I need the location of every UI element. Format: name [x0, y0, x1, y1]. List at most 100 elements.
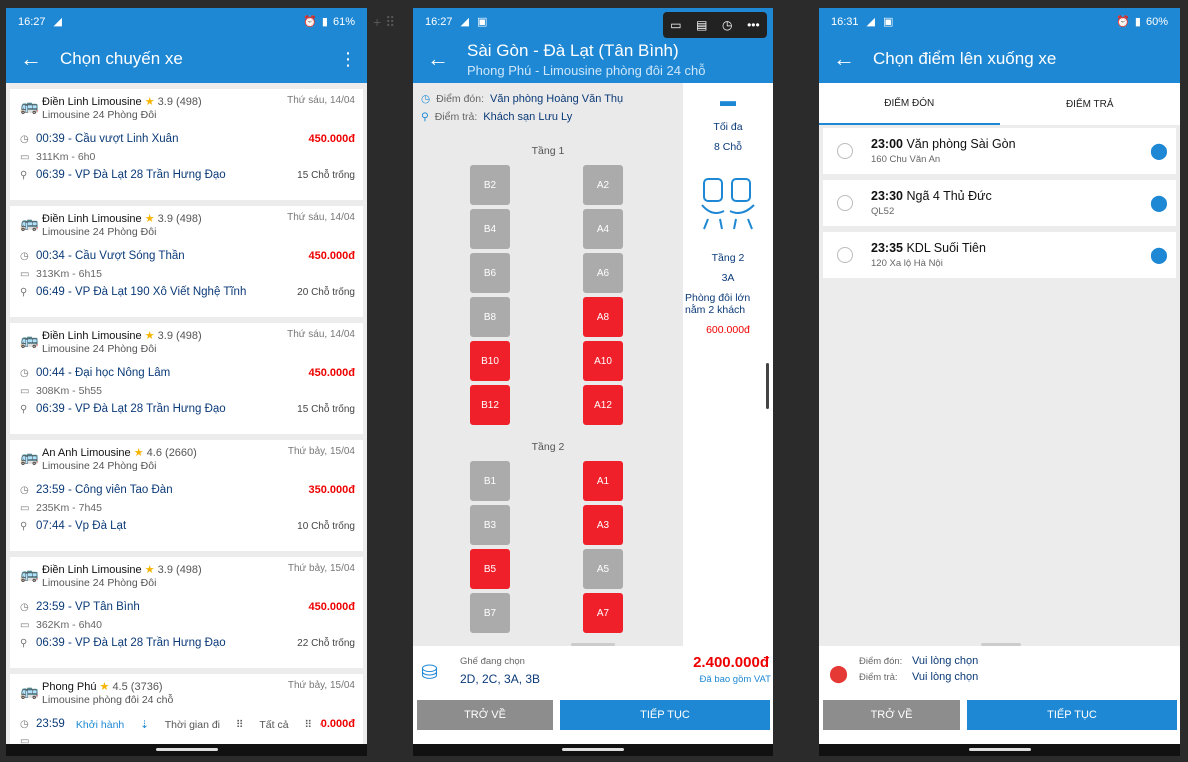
- stop-address: 120 Xa lộ Hà Nội: [871, 258, 943, 269]
- stop-radio[interactable]: [837, 247, 853, 263]
- stop-item[interactable]: 23:30 Ngã 4 Thủ Đức QL52 ⬤: [823, 180, 1176, 226]
- vehicle-type: Limousine 24 Phòng Đôi: [42, 577, 157, 589]
- trip-list-screen: 16:27 ◢ ⏰ ▮ 61% ← Chọn chuyến xe ⋮ 🚌 Điền L…: [6, 8, 367, 756]
- vehicle-type: Limousine 24 Phòng Đôi: [42, 460, 157, 472]
- trip-card[interactable]: 🚌 Điền Linh Limousine ★ 3.9 (498) Limous…: [10, 557, 363, 668]
- operator-name: Phong Phú: [42, 681, 97, 693]
- rating: 4.6: [146, 447, 162, 459]
- operator-name: An Anh Limousine: [42, 447, 131, 459]
- seat-info-panel: ▬ Tối đa 8 Chỗ Tầng 2 3A Phòng đôi lớn n…: [683, 83, 773, 646]
- nav-bar: [413, 744, 773, 756]
- bus-icon: 🚌: [20, 566, 39, 583]
- price: 450.000đ: [308, 601, 355, 613]
- seat-a10[interactable]: A10: [583, 341, 623, 381]
- map-pin-icon[interactable]: ⬤: [1150, 193, 1176, 213]
- pickup-value: Vui lòng chọn: [912, 655, 979, 667]
- image-icon: ▣: [883, 16, 894, 28]
- stop-item[interactable]: 23:35 KDL Suối Tiên 120 Xa lộ Hà Nội ⬤: [823, 232, 1176, 278]
- price: 450.000đ: [308, 133, 355, 145]
- filter-all[interactable]: Tất cả: [259, 719, 288, 731]
- trip-card[interactable]: 🚌 An Anh Limousine ★ 4.6 (2660) Limousin…: [10, 440, 363, 551]
- map-pin-icon[interactable]: ⬤: [1150, 141, 1176, 161]
- seat-a2[interactable]: A2: [583, 165, 623, 205]
- seat-a12[interactable]: A12: [583, 385, 623, 425]
- timer-icon[interactable]: ◷: [722, 18, 732, 32]
- trip-card[interactable]: 🚌 Điền Linh Limousine ★ 3.9 (498) Limous…: [10, 323, 363, 434]
- back-arrow-icon[interactable]: ←: [20, 46, 60, 72]
- scrollbar[interactable]: [766, 363, 769, 409]
- drag-handle[interactable]: [981, 643, 1021, 646]
- stop-time: 23:30: [871, 189, 903, 203]
- rating: 3.9: [157, 330, 173, 342]
- tab-dropoff[interactable]: ĐIỂM TRẢ: [1000, 83, 1181, 125]
- bus-icon: 🚌: [20, 449, 39, 466]
- map-pin-icon[interactable]: ⬤: [1150, 245, 1176, 265]
- status-bar: 16:27 ◢ ⏰ ▮ 61%: [6, 8, 367, 35]
- seat-a1[interactable]: A1: [583, 461, 623, 501]
- tab-pickup[interactable]: ĐIỂM ĐÓN: [819, 83, 1000, 125]
- pin-icon: ⚲: [20, 403, 28, 415]
- sofa-icon: ▬: [720, 93, 736, 110]
- distance: 308Km - 5h55: [36, 385, 102, 397]
- route-title: Sài Gòn - Đà Lạt (Tân Bình): [467, 40, 679, 60]
- seat-a4[interactable]: A4: [583, 209, 623, 249]
- back-arrow-icon[interactable]: ←: [427, 46, 467, 72]
- seat-b8[interactable]: B8: [470, 297, 510, 337]
- clock: 16:31: [831, 15, 859, 28]
- seat-b10[interactable]: B10: [470, 341, 510, 381]
- continue-button[interactable]: TIẾP TỤC: [560, 700, 770, 730]
- seat-b12[interactable]: B12: [470, 385, 510, 425]
- arrival: 06:39 - VP Đà Lạt 28 Trần Hưng Đạo: [36, 637, 226, 649]
- seat-b6[interactable]: B6: [470, 253, 510, 293]
- seat-a8[interactable]: A8: [583, 297, 623, 337]
- trip-card[interactable]: 🚌 Điền Linh Limousine ★ 3.9 (498) Limous…: [10, 206, 363, 317]
- chat-icon[interactable]: ▭: [670, 18, 681, 32]
- back-arrow-icon[interactable]: ←: [833, 46, 873, 72]
- drop-label: Điểm trả:: [434, 111, 478, 123]
- pin-icon: ⚲: [20, 286, 28, 298]
- stop-radio[interactable]: [837, 195, 853, 211]
- info-price: 600.000đ: [706, 324, 750, 336]
- filter-departure[interactable]: Khởi hành: [76, 719, 124, 731]
- departure: 00:44 - Đại học Nông Lâm: [36, 367, 171, 379]
- seat-b5[interactable]: B5: [470, 549, 510, 589]
- drag-handle[interactable]: [571, 643, 615, 646]
- back-button[interactable]: TRỞ VỀ: [417, 700, 553, 730]
- sort-icon[interactable]: ⇣: [140, 719, 149, 731]
- filter-time[interactable]: Thời gian đi: [165, 719, 220, 731]
- floor-2-label: Tầng 2: [531, 441, 565, 453]
- seat-b7[interactable]: B7: [470, 593, 510, 633]
- selected-seats: 2D, 2C, 3A, 3B: [460, 672, 541, 686]
- seat-a7[interactable]: A7: [583, 593, 623, 633]
- double-room-icon: [701, 178, 755, 230]
- departure: 23:59 - VP Tân Bình: [36, 601, 140, 613]
- trip-card[interactable]: 🚌 Điền Linh Limousine ★ 3.9 (498) Limous…: [10, 89, 363, 200]
- status-bar: 16:31 ◢ ▣ ⏰ ▮ 60%: [819, 8, 1180, 35]
- continue-button[interactable]: TIẾP TỤC: [967, 700, 1177, 730]
- distance: 235Km - 7h45: [36, 502, 102, 514]
- seat-b3[interactable]: B3: [470, 505, 510, 545]
- stop-item[interactable]: 23:00 Văn phòng Sài Gòn 160 Chu Văn An ⬤: [823, 128, 1176, 174]
- max-value: 8 Chỗ: [713, 141, 743, 153]
- app-bar: ← Chọn chuyến xe ⋮: [6, 35, 367, 83]
- rating: 3.9: [157, 564, 173, 576]
- seats-left: 15 Chỗ trống: [297, 169, 355, 181]
- operator-name: Điền Linh Limousine: [42, 213, 142, 225]
- rating: 3.9: [157, 213, 173, 225]
- more-menu-icon[interactable]: ⋮: [339, 49, 357, 70]
- seat-a3[interactable]: A3: [583, 505, 623, 545]
- page-title: Chọn điểm lên xuống xe: [873, 49, 1057, 68]
- drop-value: Vui lòng chọn: [912, 671, 979, 683]
- seat-a5[interactable]: A5: [583, 549, 623, 589]
- stop-name: Ngã 4 Thủ Đức: [906, 189, 992, 203]
- stop-time: 23:35: [871, 241, 903, 255]
- seat-b4[interactable]: B4: [470, 209, 510, 249]
- seat-b2[interactable]: B2: [470, 165, 510, 205]
- note-icon[interactable]: ▤: [696, 18, 707, 32]
- seat-b1[interactable]: B1: [470, 461, 510, 501]
- stop-radio[interactable]: [837, 143, 853, 159]
- clock: 16:27: [18, 15, 46, 28]
- more-icon[interactable]: •••: [747, 18, 760, 32]
- seat-a6[interactable]: A6: [583, 253, 623, 293]
- back-button[interactable]: TRỞ VỀ: [823, 700, 960, 730]
